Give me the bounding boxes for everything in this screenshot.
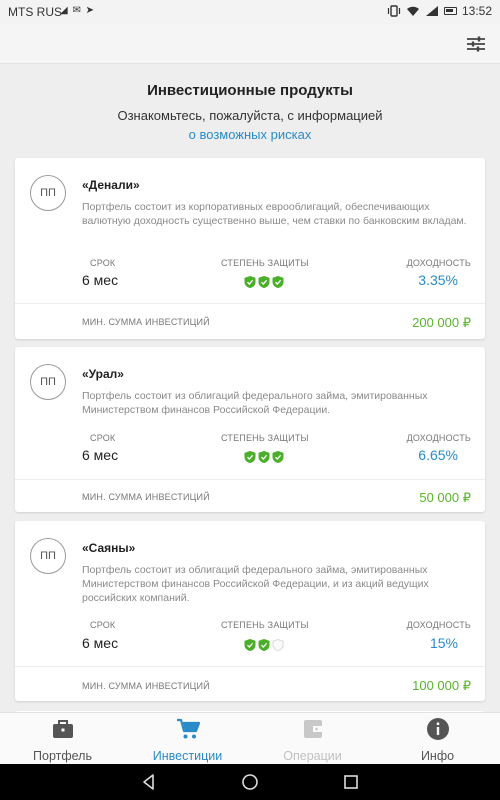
filter-settings-icon[interactable]	[464, 32, 488, 56]
bottom-navigation: Портфель Инвестиции Операции Инфо	[0, 712, 500, 764]
nav-portfolio[interactable]: Портфель	[0, 713, 125, 764]
min-investment-label: МИН. СУММА ИНВЕСТИЦИЙ	[82, 492, 210, 502]
nav-label: Инвестиции	[152, 749, 223, 763]
notification-icons: ◢ ✉ ➤	[60, 5, 96, 16]
protection-label: СТЕПЕНЬ ЗАЩИТЫ	[221, 258, 309, 268]
nav-investments[interactable]: Инвестиции	[125, 713, 250, 764]
yield-label: ДОХОДНОСТЬ	[406, 433, 471, 443]
protection-shields	[244, 451, 284, 463]
protection-label: СТЕПЕНЬ ЗАЩИТЫ	[221, 433, 309, 443]
min-investment-label: МИН. СУММА ИНВЕСТИЦИЙ	[82, 317, 210, 327]
product-card-sayany[interactable]: ПП «Саяны» Портфель состоит из облигаций…	[15, 521, 485, 701]
card-divider	[15, 303, 485, 304]
product-name: «Денали»	[82, 178, 140, 192]
shield-icon	[244, 451, 256, 463]
min-investment-value: 200 000 ₽	[412, 315, 471, 330]
card-divider	[15, 479, 485, 480]
term-value: 6 мес	[82, 635, 119, 651]
min-investment-value: 100 000 ₽	[412, 678, 471, 693]
risks-link[interactable]: о возможных рисках	[0, 127, 500, 142]
product-avatar: ПП	[30, 364, 66, 400]
page-title: Инвестиционные продукты	[147, 82, 353, 99]
shield-icon	[272, 639, 284, 651]
nav-info[interactable]: Инфо	[375, 713, 500, 764]
shield-icon	[272, 451, 284, 463]
product-card-denali[interactable]: ПП «Денали» Портфель состоит из корпорат…	[15, 158, 485, 339]
card-divider	[15, 666, 485, 667]
info-icon	[426, 718, 449, 740]
yield-label: ДОХОДНОСТЬ	[406, 258, 471, 268]
app-bar	[0, 24, 500, 64]
yield-label: ДОХОДНОСТЬ	[406, 620, 471, 630]
system-navigation-bar	[0, 764, 500, 800]
shield-icon	[244, 276, 256, 288]
signal-icon	[425, 6, 438, 16]
term-label: СРОК	[90, 433, 116, 443]
recent-apps-icon[interactable]	[342, 773, 360, 791]
page-subtitle: Ознакомьтесь, пожалуйста, с информацией	[117, 108, 383, 123]
shopping-cart-icon	[176, 718, 200, 739]
wallet-icon	[303, 720, 322, 738]
protection-shields	[244, 639, 284, 651]
clock: 13:52	[461, 4, 492, 18]
yield-value: 6.65%	[418, 447, 458, 463]
carrier-label: MTS RUS	[8, 5, 62, 19]
home-icon[interactable]	[241, 773, 259, 791]
product-name: «Урал»	[82, 367, 124, 381]
product-card-ural[interactable]: ПП «Урал» Портфель состоит из облигаций …	[15, 347, 485, 512]
product-avatar: ПП	[30, 538, 66, 574]
product-description: Портфель состоит из корпоративных еврооб…	[82, 201, 467, 227]
yield-value: 15%	[429, 635, 458, 651]
protection-shields	[244, 276, 284, 288]
term-value: 6 мес	[82, 447, 119, 463]
term-value: 6 мес	[82, 272, 119, 288]
product-description: Портфель состоит из облигаций федерально…	[82, 564, 429, 604]
term-label: СРОК	[90, 258, 116, 268]
nav-label: Операции	[283, 749, 342, 763]
nav-label: Инфо	[420, 749, 455, 763]
product-avatar: ПП	[30, 175, 66, 211]
shield-icon	[258, 276, 270, 288]
min-investment-value: 50 000 ₽	[419, 490, 471, 505]
shield-icon	[258, 639, 270, 651]
shield-icon	[244, 639, 256, 651]
nav-label: Портфель	[33, 749, 92, 763]
product-name: «Саяны»	[82, 541, 136, 555]
protection-label: СТЕПЕНЬ ЗАЩИТЫ	[221, 620, 309, 630]
investment-products-list[interactable]: Инвестиционные продукты Ознакомьтесь, по…	[0, 65, 500, 712]
battery-icon	[443, 7, 457, 15]
status-bar: MTS RUS ◢ ✉ ➤ 13:52	[0, 0, 500, 24]
briefcase-icon	[52, 720, 73, 738]
back-icon[interactable]	[140, 773, 158, 791]
shield-icon	[272, 276, 284, 288]
term-label: СРОК	[90, 620, 116, 630]
wifi-icon	[406, 6, 419, 16]
vibrate-icon	[387, 5, 401, 17]
shield-icon	[258, 451, 270, 463]
yield-value: 3.35%	[418, 272, 458, 288]
nav-operations[interactable]: Операции	[250, 713, 375, 764]
min-investment-label: МИН. СУММА ИНВЕСТИЦИЙ	[82, 681, 210, 691]
product-description: Портфель состоит из облигаций федерально…	[82, 390, 428, 416]
